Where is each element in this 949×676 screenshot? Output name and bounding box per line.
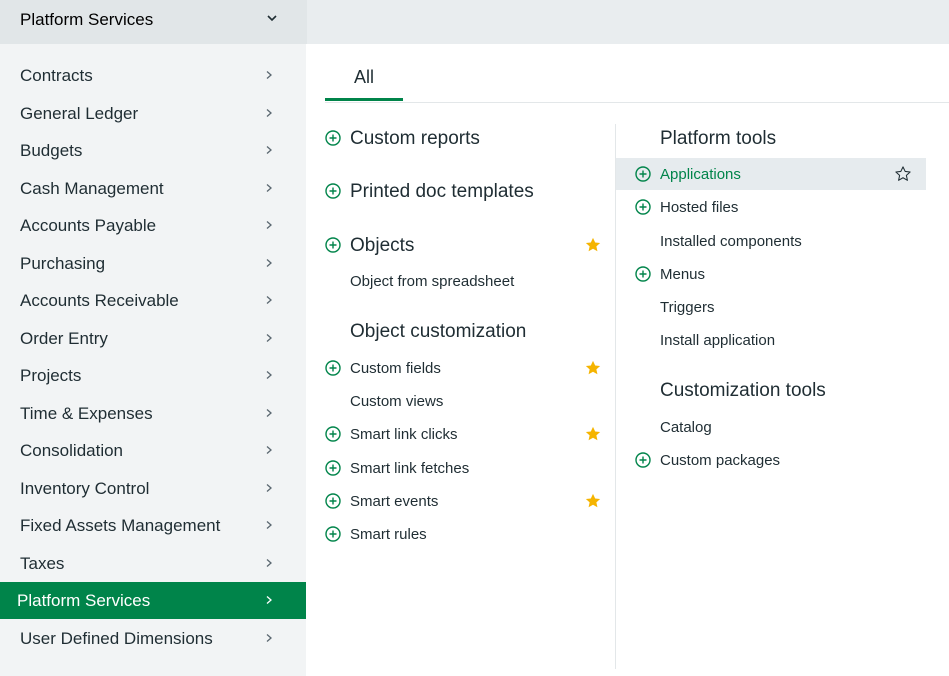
chevron-right-icon: [266, 521, 272, 529]
hosted-files-label[interactable]: Hosted files: [660, 199, 738, 216]
sidebar-item-inventory-control[interactable]: Inventory Control: [0, 470, 306, 507]
plus-circle-icon[interactable]: [325, 526, 341, 542]
sidebar: Contracts General Ledger Budgets Cash Manag…: [0, 44, 306, 676]
plus-circle-icon[interactable]: [325, 183, 341, 199]
sidebar-item-cash-management[interactable]: Cash Management: [0, 170, 306, 207]
installed-components-link[interactable]: Installed components: [660, 233, 802, 250]
chevron-right-icon: [266, 634, 272, 642]
star-outline-icon[interactable]: [894, 165, 912, 183]
sidebar-item-consolidation[interactable]: Consolidation: [0, 432, 306, 469]
column-divider: [615, 124, 616, 669]
smart-events-label[interactable]: Smart events: [350, 493, 438, 510]
sidebar-item-platform-services[interactable]: Platform Services: [0, 582, 306, 619]
sidebar-item-label: Inventory Control: [20, 479, 150, 498]
chevron-right-icon: [266, 371, 272, 379]
plus-circle-icon[interactable]: [635, 452, 651, 468]
chevron-right-icon: [266, 484, 272, 492]
sidebar-item-label: Cash Management: [20, 179, 164, 198]
star-filled-icon[interactable]: [584, 359, 602, 377]
sidebar-item-label: Fixed Assets Management: [20, 516, 221, 535]
tab-all[interactable]: All: [325, 56, 403, 101]
custom-packages-label[interactable]: Custom packages: [660, 452, 780, 469]
smart-link-fetches-label[interactable]: Smart link fetches: [350, 460, 469, 477]
chevron-right-icon: [266, 296, 272, 304]
sidebar-item-accounts-receivable[interactable]: Accounts Receivable: [0, 282, 306, 319]
sidebar-item-general-ledger[interactable]: General Ledger: [0, 95, 306, 132]
triggers-link[interactable]: Triggers: [660, 299, 714, 316]
sidebar-item-contracts[interactable]: Contracts: [0, 57, 306, 94]
applications-label[interactable]: Applications: [660, 166, 741, 183]
sidebar-item-purchasing[interactable]: Purchasing: [0, 245, 306, 282]
plus-circle-icon[interactable]: [325, 360, 341, 376]
chevron-right-icon: [266, 221, 272, 229]
objects-label[interactable]: Objects: [350, 235, 414, 257]
plus-circle-icon[interactable]: [325, 426, 341, 442]
object-from-spreadsheet-link[interactable]: Object from spreadsheet: [350, 273, 514, 290]
plus-circle-icon[interactable]: [325, 237, 341, 253]
module-selector[interactable]: Platform Services: [0, 0, 307, 44]
menus-label[interactable]: Menus: [660, 266, 705, 283]
sidebar-item-accounts-payable[interactable]: Accounts Payable: [0, 207, 306, 244]
sidebar-item-budgets[interactable]: Budgets: [0, 132, 306, 169]
sidebar-item-label: Budgets: [20, 141, 83, 160]
smart-link-clicks-label[interactable]: Smart link clicks: [350, 426, 458, 443]
plus-circle-icon[interactable]: [635, 199, 651, 215]
sidebar-item-label: Accounts Payable: [20, 216, 157, 235]
object-customization-heading: Object customization: [350, 321, 527, 342]
platform-tools-heading: Platform tools: [660, 128, 777, 149]
custom-fields-label[interactable]: Custom fields: [350, 360, 441, 377]
module-selector-label: Platform Services: [20, 10, 154, 29]
sidebar-item-label: Order Entry: [20, 329, 108, 348]
smart-rules-label[interactable]: Smart rules: [350, 526, 427, 543]
top-bar: Platform Services: [0, 0, 949, 44]
sidebar-item-user-defined-dimensions[interactable]: User Defined Dimensions: [0, 620, 306, 657]
star-filled-icon[interactable]: [584, 236, 602, 254]
customization-tools-heading: Customization tools: [660, 380, 826, 401]
chevron-right-icon: [266, 334, 272, 342]
install-application-link[interactable]: Install application: [660, 332, 775, 349]
chevron-right-icon: [266, 109, 272, 117]
star-filled-icon[interactable]: [584, 492, 602, 510]
catalog-link[interactable]: Catalog: [660, 419, 712, 436]
chevron-right-icon: [266, 146, 272, 154]
chevron-right-icon: [266, 184, 272, 192]
chevron-right-icon: [266, 259, 272, 267]
sidebar-item-taxes[interactable]: Taxes: [0, 545, 306, 582]
sidebar-item-time-and-expenses[interactable]: Time & Expenses: [0, 395, 306, 432]
chevron-right-icon: [266, 446, 272, 454]
star-filled-icon[interactable]: [584, 425, 602, 443]
tab-bar: All: [325, 56, 949, 103]
sidebar-item-label: Platform Services: [17, 591, 151, 610]
sidebar-item-label: Purchasing: [20, 254, 106, 273]
plus-circle-icon[interactable]: [325, 460, 341, 476]
sidebar-item-label: General Ledger: [20, 104, 139, 123]
sidebar-item-label: User Defined Dimensions: [20, 629, 213, 648]
sidebar-item-label: Taxes: [20, 554, 65, 573]
sidebar-item-label: Time & Expenses: [20, 404, 153, 423]
sidebar-item-projects[interactable]: Projects: [0, 357, 306, 394]
plus-circle-icon[interactable]: [635, 166, 651, 182]
chevron-right-icon: [266, 559, 272, 567]
plus-circle-icon[interactable]: [325, 130, 341, 146]
chevron-right-icon: [266, 409, 272, 417]
plus-circle-icon[interactable]: [325, 493, 341, 509]
sidebar-item-label: Consolidation: [20, 441, 124, 460]
sidebar-item-order-entry[interactable]: Order Entry: [0, 320, 306, 357]
chevron-right-icon: [266, 596, 272, 604]
printed-doc-templates-label[interactable]: Printed doc templates: [350, 181, 534, 203]
sidebar-item-fixed-assets-management[interactable]: Fixed Assets Management: [0, 507, 306, 544]
sidebar-item-label: Projects: [20, 366, 82, 385]
plus-circle-icon[interactable]: [635, 266, 651, 282]
custom-views-link[interactable]: Custom views: [350, 393, 443, 410]
sidebar-item-label: Contracts: [20, 66, 93, 85]
chevron-down-icon: [267, 15, 277, 22]
chevron-right-icon: [266, 71, 272, 79]
custom-reports-label[interactable]: Custom reports: [350, 128, 480, 150]
sidebar-item-label: Accounts Receivable: [20, 291, 179, 310]
